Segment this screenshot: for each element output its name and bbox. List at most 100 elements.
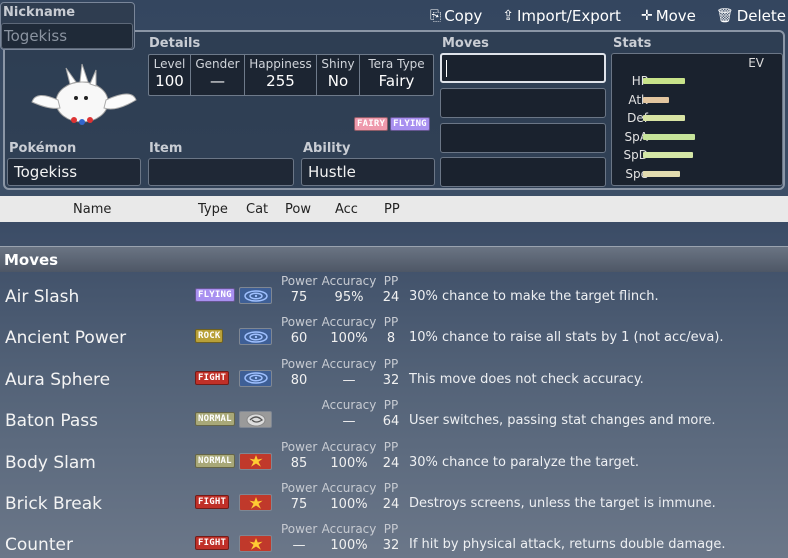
- set-editor: ⎘ Copy ⇪ Import/Export ✛ Move 🗑 Delete N…: [0, 0, 788, 196]
- power-label: Power: [281, 315, 318, 330]
- upload-icon: ⇪: [502, 8, 514, 24]
- moves-list-title: Moves: [0, 246, 788, 272]
- pp-label: PP: [383, 481, 399, 495]
- move-description: User switches, passing stat changes and …: [409, 413, 716, 429]
- col-pow[interactable]: Pow: [285, 202, 311, 217]
- move-slot-4[interactable]: [440, 157, 606, 187]
- pp-label: PP: [383, 274, 399, 288]
- stats-panel[interactable]: EV HP Atk Def SpA SpD Spe: [611, 53, 783, 186]
- move-name: Aura Sphere: [5, 369, 111, 390]
- pp-cell: PP 64: [380, 398, 402, 429]
- move-description: 10% chance to raise all stats by 1 (not …: [409, 330, 724, 346]
- pp-label: PP: [383, 522, 399, 537]
- happiness-value: 255: [266, 72, 295, 90]
- move-label: Move: [655, 7, 696, 25]
- tera-key: Tera Type: [368, 57, 425, 71]
- move-row[interactable]: Baton Pass NORMAL Accuracy — PP 64 User switch…: [0, 396, 788, 437]
- pp-label: PP: [383, 356, 399, 371]
- gender-key: Gender: [195, 57, 240, 71]
- move-slot-1[interactable]: [440, 53, 606, 83]
- power-cell: Power —: [281, 522, 317, 553]
- col-acc[interactable]: Acc: [335, 202, 358, 217]
- move-slot-3[interactable]: [440, 123, 606, 153]
- accuracy-label: Accuracy: [321, 439, 377, 454]
- accuracy-value: 100%: [330, 331, 368, 347]
- move-description: 30% chance to paralyze the target.: [409, 454, 639, 470]
- pp-label: PP: [383, 315, 399, 330]
- delete-label: Delete: [736, 7, 786, 25]
- move-row[interactable]: Air Slash FLYING Power 75 Accuracy 95% PP 24 30%…: [0, 272, 788, 313]
- accuracy-label: Accuracy: [321, 481, 377, 495]
- col-cat[interactable]: Cat: [246, 202, 268, 217]
- ability-label: Ability: [303, 141, 351, 156]
- accuracy-cell: Accuracy —: [320, 398, 378, 429]
- text-caret: [446, 60, 447, 77]
- accuracy-label: Accuracy: [321, 274, 377, 288]
- type-badges: FAIRY FLYING: [354, 117, 430, 131]
- power-label: Power: [281, 439, 318, 454]
- col-pp[interactable]: PP: [384, 202, 400, 217]
- col-name[interactable]: Name: [73, 202, 111, 217]
- nickname-input[interactable]: Togekiss: [1, 23, 133, 49]
- stat-bar: [643, 170, 680, 177]
- copy-button[interactable]: ⎘ Copy: [430, 7, 482, 25]
- gender-cell: Gender —: [191, 55, 245, 95]
- accuracy-label: Accuracy: [321, 522, 377, 537]
- details-panel[interactable]: Level 100 Gender — Happiness 255 Shiny N…: [148, 54, 434, 96]
- pp-cell: PP 24: [380, 274, 402, 305]
- pokemon-input[interactable]: Togekiss: [7, 158, 141, 186]
- move-slot-2[interactable]: [440, 88, 606, 118]
- accuracy-value: —: [342, 414, 356, 430]
- pp-value: 32: [382, 538, 400, 554]
- ev-label: EV: [748, 56, 764, 70]
- power-label: Power: [281, 522, 318, 537]
- shiny-cell: Shiny No: [317, 55, 360, 95]
- tera-value: Fairy: [378, 72, 415, 90]
- pp-label: PP: [383, 439, 399, 454]
- shiny-value: No: [327, 72, 349, 90]
- tera-cell: Tera Type Fairy: [360, 55, 433, 95]
- move-type-badge: FIGHT: [195, 495, 230, 509]
- pp-cell: PP 24: [380, 481, 402, 512]
- moves-list: Moves Air Slash FLYING Power 75 Accuracy 95% P…: [0, 222, 788, 558]
- move-row[interactable]: Brick Break FIGHT Power 75 Accuracy 100% PP 24 D…: [0, 479, 788, 520]
- pp-cell: PP 32: [380, 522, 402, 553]
- move-description: This move does not check accuracy.: [409, 371, 644, 387]
- move-type-badge: FIGHT: [195, 370, 230, 385]
- ability-input[interactable]: Hustle: [301, 158, 435, 186]
- power-value: 80: [290, 372, 308, 388]
- power-label: Power: [281, 481, 318, 495]
- move-type-badge: NORMAL: [195, 453, 235, 468]
- move-name: Air Slash: [5, 287, 80, 307]
- move-type-badge: NORMAL: [195, 412, 235, 427]
- accuracy-label: Accuracy: [321, 356, 377, 371]
- power-value: —: [292, 538, 306, 554]
- accuracy-label: Accuracy: [321, 398, 377, 413]
- move-row[interactable]: Aura Sphere FIGHT Power 80 Accuracy — PP 32 This…: [0, 355, 788, 396]
- col-type[interactable]: Type: [198, 202, 228, 217]
- accuracy-cell: Accuracy —: [320, 357, 378, 388]
- accuracy-value: 100%: [330, 455, 368, 471]
- level-key: Level: [153, 57, 186, 71]
- special-category-icon: [239, 369, 272, 387]
- pp-value: 32: [382, 372, 400, 388]
- move-row[interactable]: Body Slam NORMAL Power 85 Accuracy 100% PP 24 30…: [0, 438, 788, 479]
- move-type-badge: ROCK: [195, 329, 224, 344]
- move-row[interactable]: Counter FIGHT Power — Accuracy 100% PP 32 If hit…: [0, 520, 788, 558]
- copy-label: Copy: [444, 7, 483, 25]
- accuracy-value: 100%: [330, 497, 368, 512]
- move-button[interactable]: ✛ Move: [641, 7, 696, 25]
- delete-button[interactable]: 🗑 Delete: [716, 7, 786, 25]
- stat-bar: [643, 152, 693, 158]
- pp-value: 24: [382, 455, 400, 471]
- column-header: Name Type Cat Pow Acc PP: [0, 196, 788, 222]
- import-export-button[interactable]: ⇪ Import/Export: [502, 7, 621, 25]
- move-row[interactable]: Ancient Power ROCK Power 60 Accuracy 100% PP 8 1…: [0, 313, 788, 354]
- power-value: 75: [290, 497, 308, 512]
- power-cell: Power 75: [281, 274, 317, 305]
- power-cell: Power 80: [281, 357, 317, 388]
- item-input[interactable]: [148, 158, 294, 186]
- stat-bar: [643, 96, 669, 103]
- stat-bar: [643, 78, 685, 84]
- stats-label: Stats: [613, 36, 652, 51]
